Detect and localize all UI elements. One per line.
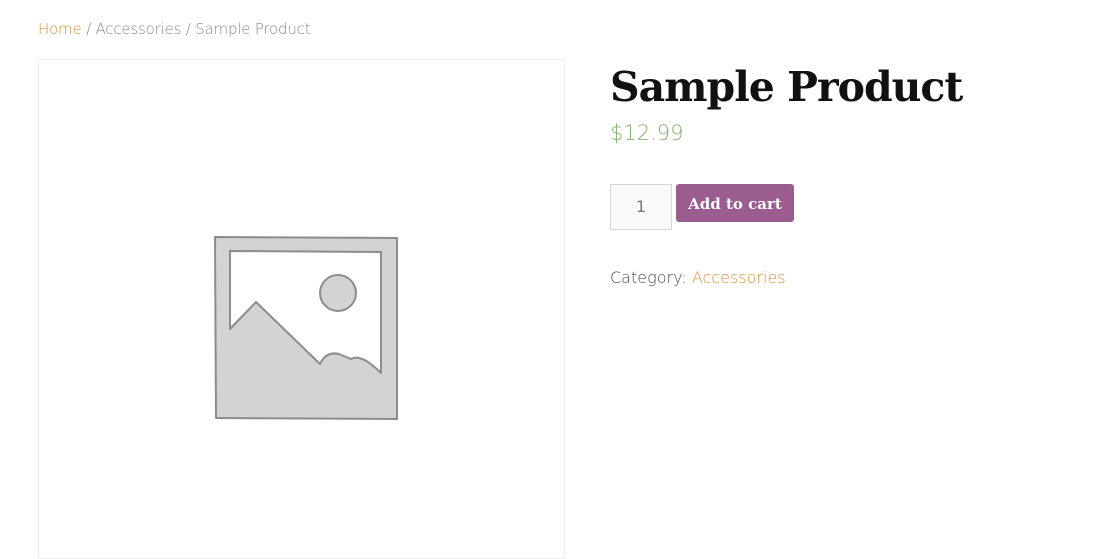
breadcrumb-separator: / (81, 20, 96, 38)
breadcrumb: Home / Accessories / Sample Product (38, 20, 311, 38)
add-to-cart-form: 1 Add to cart (610, 184, 794, 230)
image-placeholder-icon (211, 233, 401, 427)
category-label: Category: (610, 268, 687, 287)
product-meta: Category: Accessories (610, 268, 786, 287)
breadcrumb-category: Accessories (95, 20, 182, 38)
product-gallery[interactable] (38, 59, 565, 559)
add-to-cart-button[interactable]: Add to cart (676, 184, 794, 222)
product-price: $12.99 (610, 121, 684, 145)
product-title: Sample Product (610, 63, 963, 111)
quantity-input[interactable]: 1 (610, 184, 672, 230)
product-summary: Sample Product $12.99 1 Add to cart Cate… (610, 58, 1070, 287)
breadcrumb-home-link[interactable]: Home (38, 20, 82, 38)
category-link[interactable]: Accessories (692, 268, 786, 287)
breadcrumb-current: Sample Product (195, 20, 311, 38)
breadcrumb-separator: / (181, 20, 196, 38)
